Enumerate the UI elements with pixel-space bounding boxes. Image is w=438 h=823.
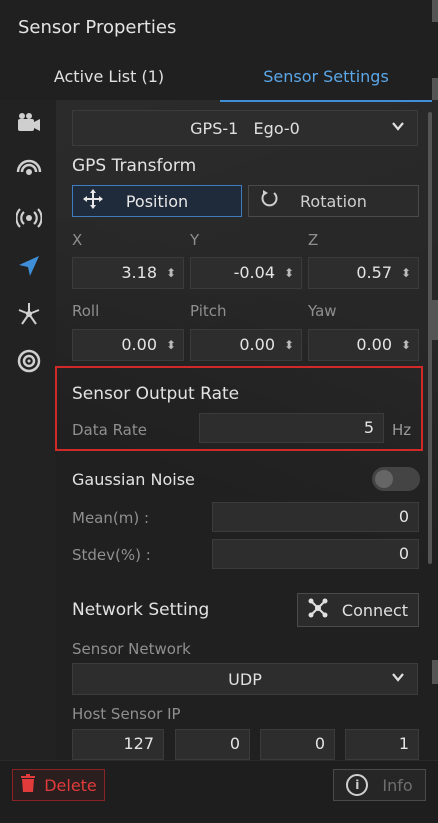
target-icon[interactable]	[14, 346, 44, 376]
data-rate-input[interactable]: 5	[199, 413, 384, 443]
pitch-input[interactable]: 0.00 ⬍	[190, 329, 302, 361]
stdev-input[interactable]: 0	[212, 539, 419, 569]
stepper-icon[interactable]: ⬍	[166, 258, 176, 288]
z-value: 0.57	[356, 263, 392, 282]
sensor-network-value: UDP	[228, 669, 262, 689]
pitch-label: Pitch	[190, 302, 227, 320]
stepper-icon[interactable]: ⬍	[401, 330, 411, 360]
ip-octet-2[interactable]: 0	[175, 729, 250, 760]
window-edge-marker	[432, 300, 438, 340]
connect-label: Connect	[341, 600, 409, 620]
sensor-network-dropdown[interactable]: UDP	[72, 663, 418, 695]
roll-input[interactable]: 0.00 ⬍	[72, 329, 184, 361]
rotation-label: Rotation	[300, 191, 367, 211]
ip-octet-1[interactable]: 127	[72, 729, 164, 760]
info-button[interactable]: i Info	[333, 769, 426, 801]
roll-value: 0.00	[121, 335, 157, 354]
network-node-icon[interactable]	[14, 299, 44, 329]
output-rate-title: Sensor Output Rate	[72, 384, 240, 404]
rotate-icon	[249, 189, 289, 214]
move-icon	[73, 188, 113, 214]
ip-octet-4[interactable]: 1	[345, 729, 419, 760]
sensor-select-dropdown[interactable]: GPS-1 Ego-0	[72, 110, 418, 146]
broadcast-icon[interactable]	[14, 203, 44, 233]
gps-arrow-icon[interactable]	[14, 251, 44, 281]
y-label: Y	[190, 231, 200, 249]
stepper-icon[interactable]: ⬍	[284, 330, 294, 360]
position-button[interactable]: Position	[72, 185, 242, 217]
window-edge-marker	[432, 0, 438, 22]
gaussian-noise-toggle[interactable]	[372, 467, 420, 491]
tab-bar: Active List (1) Sensor Settings	[0, 56, 438, 102]
radar-icon[interactable]	[14, 155, 44, 185]
tab-active-list[interactable]: Active List (1)	[0, 56, 218, 100]
tab-sensor-settings[interactable]: Sensor Settings	[220, 56, 432, 102]
mean-input[interactable]: 0	[212, 502, 419, 532]
info-icon: i	[346, 774, 369, 796]
stepper-icon[interactable]: ⬍	[284, 258, 294, 288]
toggle-knob	[375, 470, 393, 488]
pitch-value: 0.00	[239, 335, 275, 354]
data-rate-label: Data Rate	[72, 421, 147, 439]
roll-label: Roll	[72, 302, 100, 320]
gps-transform-title: GPS Transform	[72, 156, 197, 176]
connect-button[interactable]: Connect	[297, 593, 419, 627]
network-setting-title: Network Setting	[72, 600, 210, 620]
trash-icon	[20, 774, 36, 796]
info-label: Info	[382, 775, 413, 795]
z-input[interactable]: 0.57 ⬍	[308, 257, 419, 289]
mean-label: Mean(m) :	[72, 509, 150, 527]
camera-icon[interactable]	[14, 108, 44, 138]
data-rate-unit: Hz	[392, 421, 412, 439]
x-label: X	[72, 231, 83, 249]
chevron-down-icon	[391, 118, 405, 137]
connect-icon	[308, 598, 328, 622]
sensor-network-label: Sensor Network	[72, 640, 191, 658]
gaussian-noise-title: Gaussian Noise	[72, 470, 195, 489]
z-label: Z	[308, 231, 319, 249]
position-label: Position	[125, 191, 189, 211]
stdev-label: Stdev(%) :	[72, 546, 151, 564]
panel-title: Sensor Properties	[18, 17, 177, 38]
y-input[interactable]: -0.04 ⬍	[190, 257, 302, 289]
x-value: 3.18	[121, 263, 157, 282]
sensor-properties-panel: Sensor Properties Active List (1) Sensor…	[0, 0, 438, 823]
stepper-icon[interactable]: ⬍	[166, 330, 176, 360]
delete-button[interactable]: Delete	[12, 769, 105, 801]
window-edge-marker	[432, 78, 438, 100]
window-edge-marker	[432, 660, 438, 684]
delete-label: Delete	[44, 775, 97, 795]
sensor-type-sidebar	[0, 100, 56, 770]
yaw-input[interactable]: 0.00 ⬍	[308, 329, 419, 361]
yaw-label: Yaw	[308, 302, 337, 320]
sensor-select-value: GPS-1 Ego-0	[190, 118, 300, 138]
stepper-icon[interactable]: ⬍	[401, 258, 411, 288]
y-value: -0.04	[233, 263, 275, 282]
host-sensor-ip-label: Host Sensor IP	[72, 705, 181, 723]
ip-octet-3[interactable]: 0	[260, 729, 335, 760]
chevron-down-icon	[391, 669, 405, 688]
x-input[interactable]: 3.18 ⬍	[72, 257, 184, 289]
yaw-value: 0.00	[356, 335, 392, 354]
rotation-button[interactable]: Rotation	[248, 185, 419, 217]
